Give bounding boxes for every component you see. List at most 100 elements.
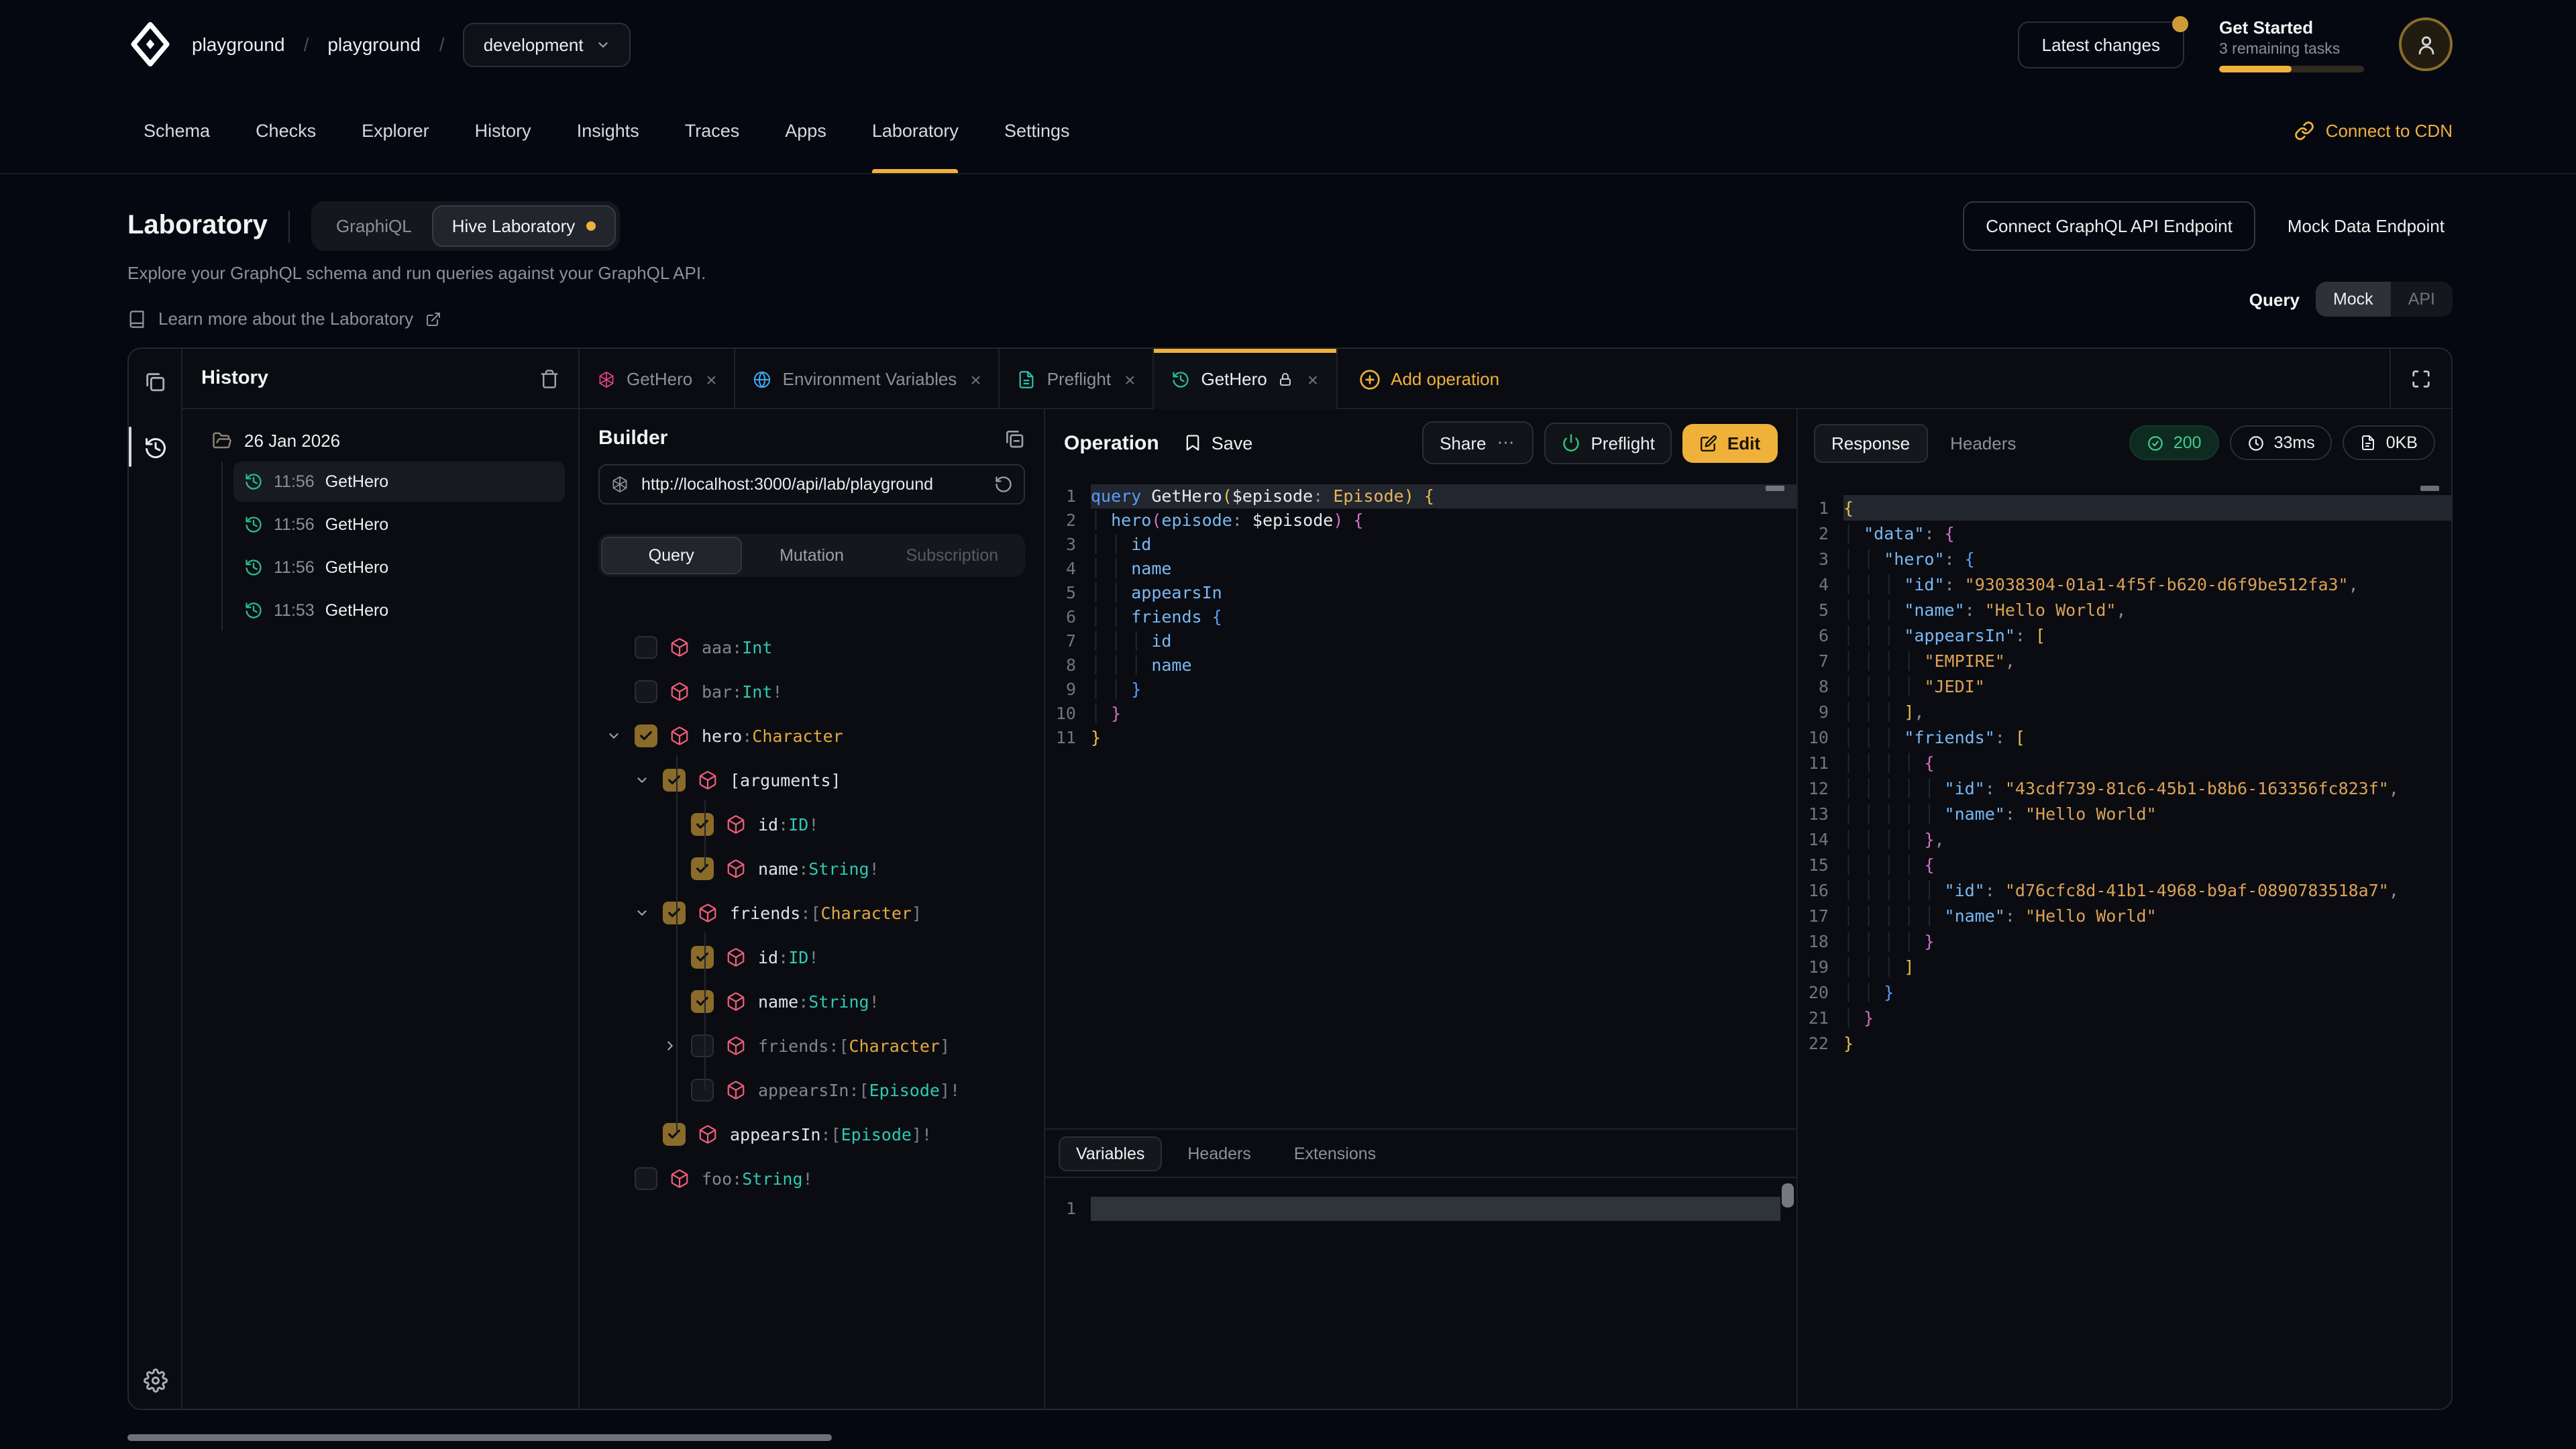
hive-logo[interactable] [127,21,173,67]
field-checkbox[interactable] [691,946,714,969]
close-tab-icon[interactable]: × [970,368,981,390]
field-checkbox[interactable] [691,1034,714,1057]
builder-field-name[interactable]: name: String! [598,979,1025,1024]
field-checkbox[interactable] [663,769,686,792]
nav-tab-history[interactable]: History [475,89,531,173]
close-tab-icon[interactable]: × [1307,368,1318,390]
tab-environment-variables[interactable]: Environment Variables× [736,349,1000,409]
get-started-widget[interactable]: Get Started 3 remaining tasks [2219,17,2364,72]
endpoint-url-input[interactable] [639,474,985,495]
mock-endpoint-button[interactable]: Mock Data Endpoint [2279,215,2453,237]
nav-tab-explorer[interactable]: Explorer [362,89,429,173]
builder-field-name[interactable]: name: String! [598,847,1025,891]
edit-pencil-icon [1701,434,1718,451]
close-tab-icon[interactable]: × [706,368,716,390]
connect-endpoint-button[interactable]: Connect GraphQL API Endpoint [1963,201,2255,251]
refresh-icon[interactable] [994,475,1013,494]
query-editor[interactable]: 1query GetHero($episode: Episode) {2│ he… [1045,476,1796,1128]
builder-field-foo[interactable]: foo: String! [598,1157,1025,1201]
builder-field-hero[interactable]: hero: Character [598,714,1025,758]
bottom-tab-variables[interactable]: Variables [1059,1136,1162,1171]
lab-mode-graphiql[interactable]: GraphiQL [316,205,432,247]
avatar[interactable] [2399,17,2453,71]
builder-field-bar[interactable]: bar: Int! [598,669,1025,714]
history-rail-icon[interactable] [136,429,174,467]
save-button[interactable]: Save [1183,433,1253,453]
tab-preflight[interactable]: Preflight× [1000,349,1155,409]
nav-tab-apps[interactable]: Apps [785,89,826,173]
code-line: 6│ │ friends { [1045,605,1796,629]
code-line: 19│ │ │ ] [1798,954,2451,979]
fullscreen-button[interactable] [2390,349,2451,409]
field-checkbox[interactable] [691,813,714,836]
builder-field-arguments[interactable]: [arguments] [598,758,1025,802]
builder-field-id[interactable]: id: ID! [598,935,1025,979]
builder-field-appearsIn[interactable]: appearsIn: [Episode]! [598,1068,1025,1112]
nav-tab-settings[interactable]: Settings [1004,89,1070,173]
collapse-panel-icon[interactable] [1004,427,1025,449]
lab-mode-hive-laboratory[interactable]: Hive Laboratory [432,205,616,247]
nav-tab-schema[interactable]: Schema [144,89,210,173]
nav-tab-laboratory[interactable]: Laboratory [872,89,959,173]
builder-field-id[interactable]: id: ID! [598,802,1025,847]
query-mode-api[interactable]: API [2391,282,2453,317]
edit-button[interactable]: Edit [1683,423,1778,462]
builder-field-friends[interactable]: friends: [Character] [598,891,1025,935]
variables-editor[interactable]: 1 [1045,1178,1796,1409]
response-tab-headers[interactable]: Headers [1933,423,2033,462]
field-checkbox[interactable] [691,1079,714,1102]
horizontal-scrollbar[interactable] [127,1434,832,1441]
optype-mutation[interactable]: Mutation [741,537,881,574]
response-viewer[interactable]: 1{2│ "data": {3│ │ "hero": {4│ │ │ "id":… [1798,476,2451,1409]
type-cube-icon [669,1169,690,1189]
field-checkbox[interactable] [635,1167,657,1190]
field-checkbox[interactable] [691,990,714,1013]
get-started-subtitle: 3 remaining tasks [2219,41,2364,57]
history-item[interactable]: 11:56GetHero [233,547,565,588]
add-operation-button[interactable]: Add operation [1337,349,1521,409]
tab-gethero[interactable]: GetHero× [1154,349,1337,409]
breadcrumb-org[interactable]: playground [192,34,285,55]
history-date-group[interactable]: 26 Jan 2026 [212,431,565,451]
nav-tab-checks[interactable]: Checks [256,89,316,173]
share-button[interactable]: Share⋯ [1422,421,1533,464]
optype-query[interactable]: Query [601,537,741,574]
history-item[interactable]: 11:53GetHero [233,590,565,631]
type-cube-icon [669,726,690,746]
nav-tab-insights[interactable]: Insights [577,89,639,173]
preflight-button[interactable]: Preflight [1544,422,1672,464]
bottom-tab-headers[interactable]: Headers [1170,1136,1269,1171]
collections-icon[interactable] [136,362,174,400]
query-mode-mock[interactable]: Mock [2316,282,2391,317]
type-cube-icon [726,991,746,1012]
connect-to-cdn-button[interactable]: Connect to CDN [2295,89,2453,173]
history-item[interactable]: 11:56GetHero [233,462,565,502]
builder-field-friends[interactable]: friends: [Character] [598,1024,1025,1068]
optype-subscription[interactable]: Subscription [882,537,1022,574]
builder-field-appearsIn[interactable]: appearsIn: [Episode]! [598,1112,1025,1157]
field-checkbox[interactable] [635,680,657,703]
code-line: 13│ │ │ │ │ "name": "Hello World" [1798,801,2451,826]
builder-field-aaa[interactable]: aaa: Int [598,625,1025,669]
latest-changes-button[interactable]: Latest changes [2018,21,2184,68]
field-checkbox[interactable] [635,636,657,659]
page-title: Laboratory [127,211,268,241]
field-checkbox[interactable] [691,857,714,880]
close-tab-icon[interactable]: × [1124,368,1135,390]
response-tab-response[interactable]: Response [1814,423,1927,462]
tab-gethero[interactable]: GetHero× [580,349,736,409]
history-item[interactable]: 11:56GetHero [233,504,565,545]
code-line: 22} [1798,1030,2451,1056]
settings-gear-icon[interactable] [129,1368,181,1393]
breadcrumb-project[interactable]: playground [327,34,421,55]
target-selector[interactable]: development [464,22,631,66]
field-checkbox[interactable] [663,1123,686,1146]
indent-guide [676,755,678,1134]
field-checkbox[interactable] [635,724,657,747]
nav-tab-traces[interactable]: Traces [685,89,740,173]
field-checkbox[interactable] [663,902,686,924]
trash-icon[interactable] [539,368,559,388]
learn-more-link[interactable]: Learn more about the Laboratory [127,309,706,329]
bottom-tab-extensions[interactable]: Extensions [1277,1136,1393,1171]
scrollbar-thumb[interactable] [1782,1183,1794,1208]
